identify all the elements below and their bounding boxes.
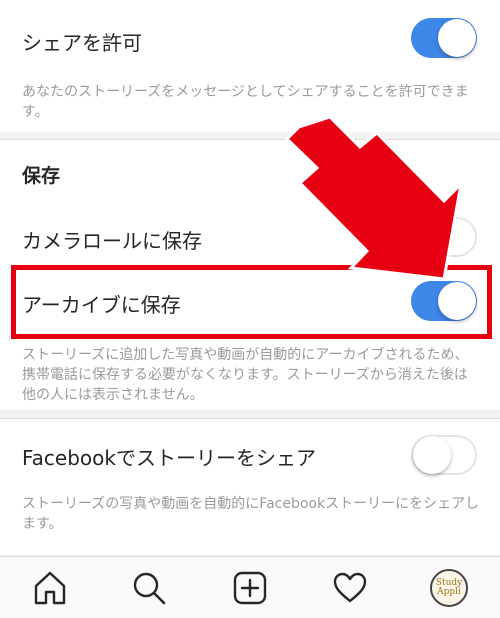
profile-avatar[interactable]: Study Appli — [430, 569, 468, 607]
avatar-text-line2: Appli — [437, 587, 461, 597]
heart-icon[interactable] — [332, 570, 368, 606]
add-post-icon[interactable] — [232, 570, 268, 606]
search-icon[interactable] — [131, 570, 167, 606]
red-arrow-annotation — [284, 115, 464, 281]
home-icon[interactable] — [32, 570, 68, 606]
